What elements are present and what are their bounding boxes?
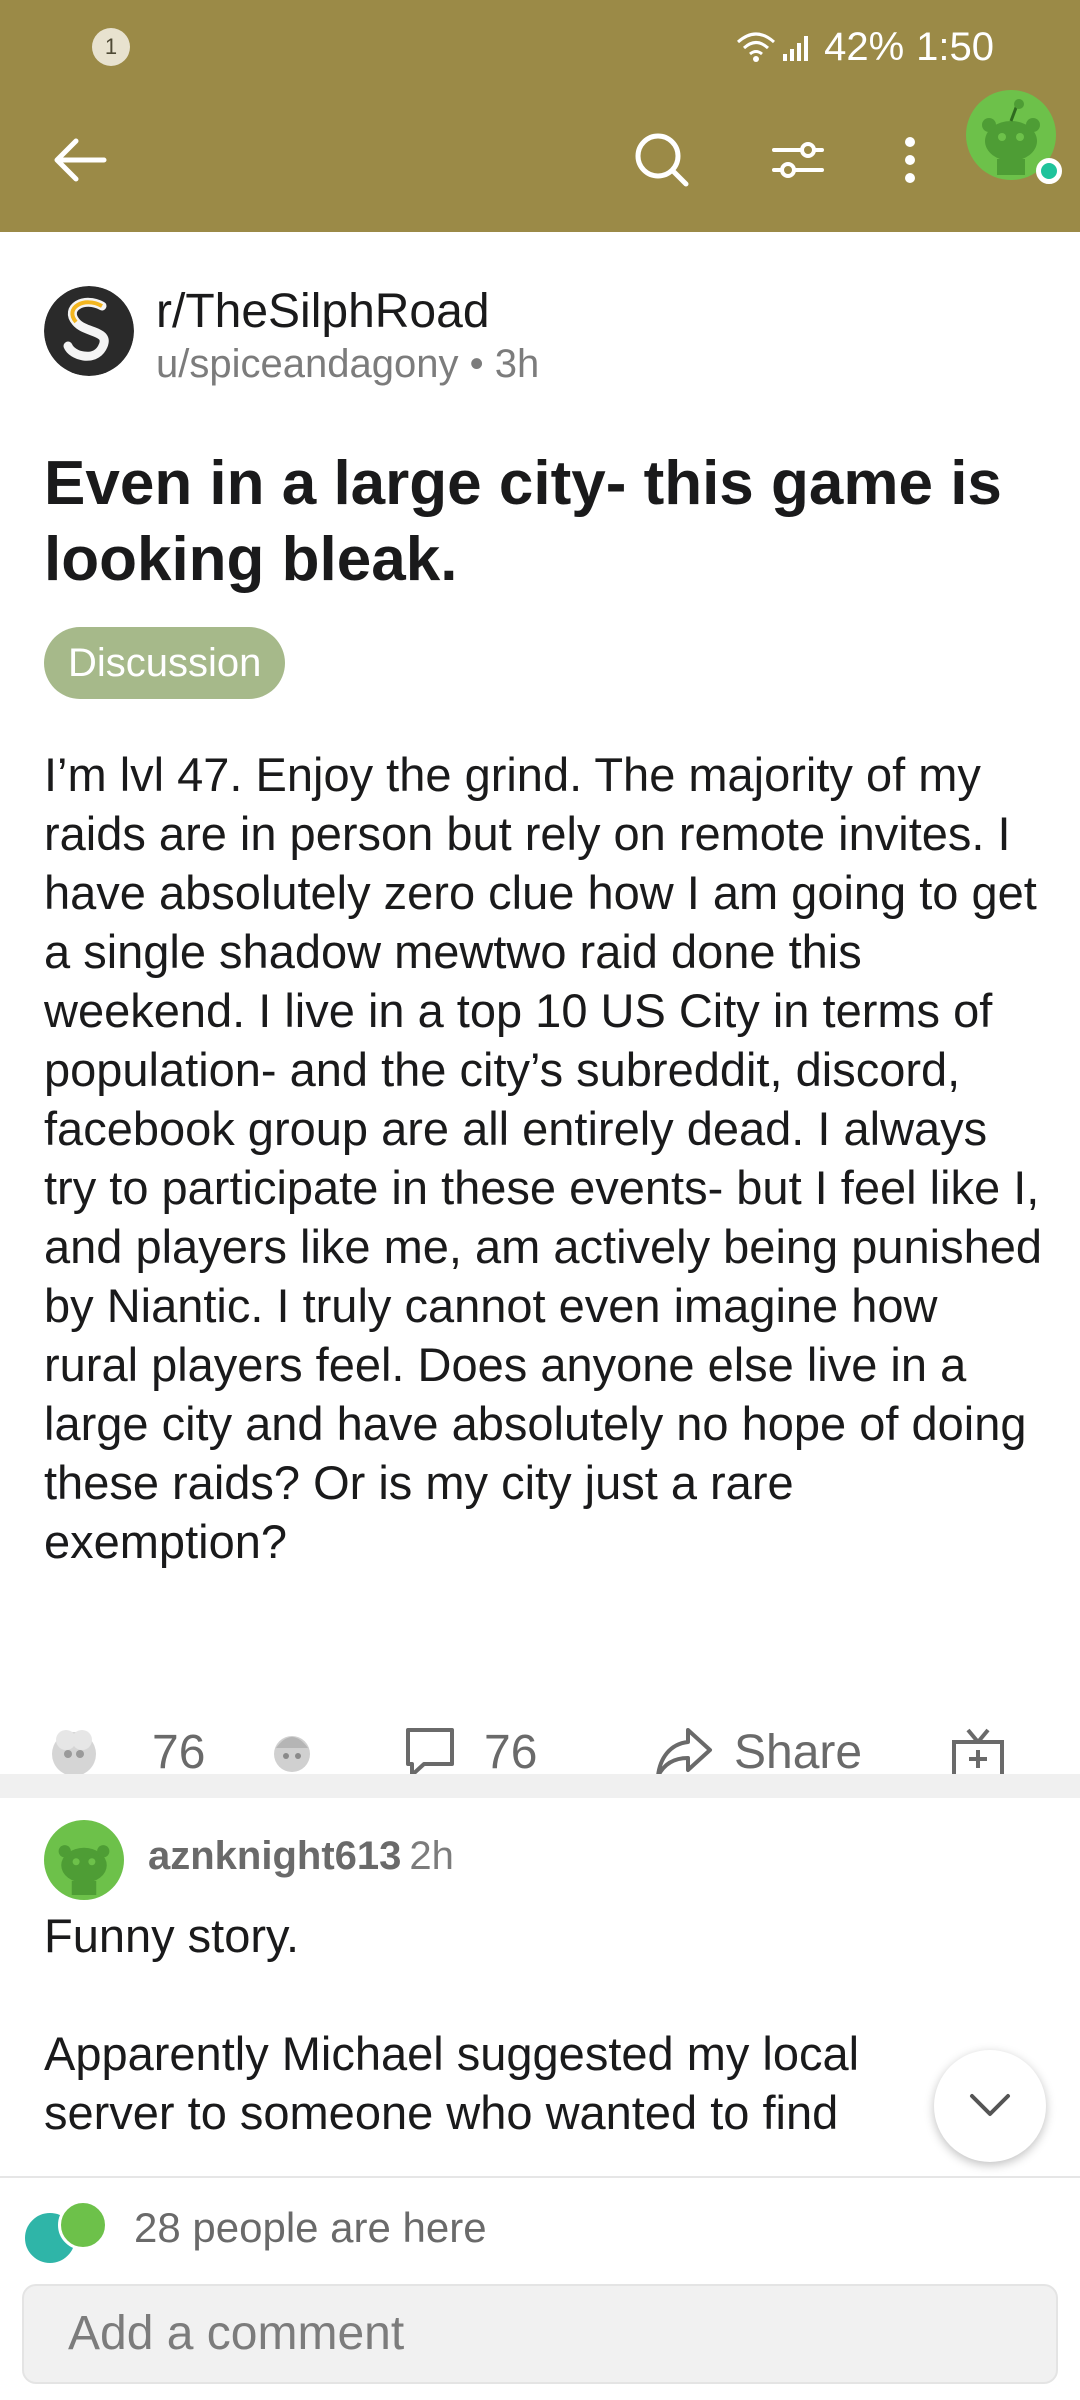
post-age: 3h [494, 342, 540, 386]
gift-icon [952, 1728, 1004, 1778]
sort-filter-button[interactable] [758, 120, 838, 200]
filter-icon [772, 142, 824, 178]
status-bar: 1 42% 1:50 [0, 0, 1080, 90]
bottom-panel: 28 people are here Add a comment [0, 2176, 1080, 2400]
section-divider [0, 1774, 1080, 1798]
back-button[interactable] [40, 120, 120, 200]
comment-text: Funny story. Apparently Michael suggeste… [44, 1909, 860, 2139]
downvote-icon [274, 1736, 310, 1772]
presence-text: 28 people are here [134, 2204, 487, 2251]
search-icon [635, 133, 689, 187]
comment-author-row: aznknight613 2h [148, 1834, 454, 1879]
wifi-icon [737, 32, 776, 62]
comment-icon [406, 1728, 454, 1777]
meta-separator: • [469, 342, 495, 386]
comment-author-avatar[interactable] [44, 1820, 124, 1900]
presence-avatar [58, 2200, 108, 2250]
user-avatar-button[interactable] [966, 90, 1062, 184]
notification-badge: 1 [92, 28, 130, 66]
scroll-down-button[interactable] [934, 2050, 1046, 2162]
signal-icon [783, 36, 809, 61]
battery-level: 42% [824, 24, 905, 69]
subreddit-name[interactable]: r/TheSilphRoad [156, 284, 490, 339]
post-author[interactable]: u/spiceandagony [156, 342, 458, 386]
search-button[interactable] [622, 120, 702, 200]
back-arrow-icon [54, 138, 107, 182]
comment-count: 76 [484, 1725, 538, 1779]
silph-road-logo-icon [44, 286, 134, 376]
comment: aznknight613 2h Funny story. Apparently M… [0, 1800, 1080, 2176]
chevron-down-icon [970, 2094, 1010, 2116]
share-label: Share [734, 1725, 863, 1779]
post-body: I’m lvl 47. Enjoy the grind. The majorit… [44, 748, 1042, 1568]
presence-avatars [22, 2200, 122, 2266]
app-header: 1 42% 1:50 [0, 0, 1080, 232]
toolbar [0, 90, 1080, 232]
snoo-avatar-icon [58, 1845, 110, 1895]
comment-author[interactable]: aznknight613 [148, 1834, 401, 1878]
subreddit-icon[interactable] [44, 286, 134, 376]
online-status-dot [1036, 158, 1062, 184]
share-icon [656, 1728, 712, 1778]
clock: 1:50 [916, 24, 994, 69]
upvote-icon [52, 1730, 96, 1776]
post-author-meta: u/spiceandagony • 3h [156, 342, 539, 387]
comment-age: 2h [409, 1834, 454, 1878]
post-meta-row: r/TheSilphRoad u/spiceandagony • 3h [44, 280, 1044, 386]
more-options-button[interactable] [870, 120, 950, 200]
post-title: Even in a large city- this game is looki… [44, 449, 1002, 594]
status-icons [736, 30, 812, 64]
post-flair[interactable]: Discussion [44, 627, 286, 699]
add-comment-input[interactable]: Add a comment [22, 2284, 1058, 2384]
status-right: 42% 1:50 [736, 22, 994, 72]
more-vertical-icon [905, 137, 915, 183]
